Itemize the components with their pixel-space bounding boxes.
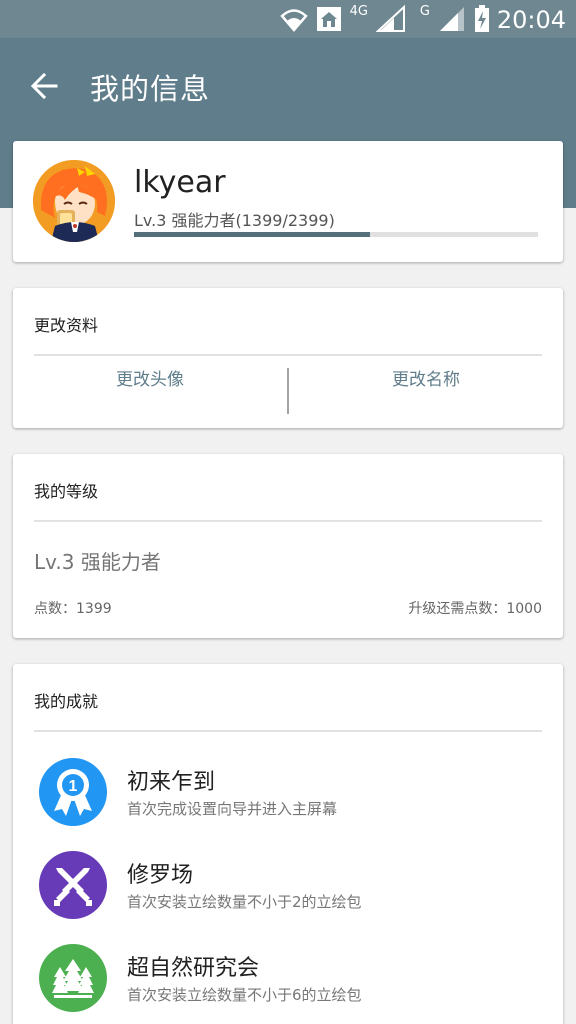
arrow-left-icon	[30, 72, 58, 100]
page-title: 我的信息	[90, 72, 211, 106]
avatar[interactable]	[33, 160, 115, 242]
points-value: 点数：1399	[34, 601, 112, 617]
status-bar: 4G G 20:04	[0, 0, 576, 38]
home-icon	[316, 7, 341, 31]
achievements-title: 我的成就	[34, 692, 99, 711]
change-name-button[interactable]: 更改名称	[289, 368, 563, 408]
points-needed: 升级还需点数：1000	[408, 601, 542, 617]
first-badge-icon: 1	[54, 769, 92, 816]
achievement-item[interactable]: 超自然研究会 首次安装立绘数量不小于6的立绘包	[39, 944, 549, 1020]
divider	[34, 730, 542, 732]
signal-icon	[440, 7, 464, 31]
level-progress-fill	[134, 232, 370, 237]
network-type-g: G	[419, 3, 430, 19]
achievement-icon-bg: 1	[39, 758, 107, 826]
achievement-desc: 首次安装立绘数量不小于6的立绘包	[127, 986, 362, 1004]
change-avatar-button[interactable]: 更改头像	[13, 368, 287, 408]
achievement-icon-bg	[39, 851, 107, 919]
level-name: Lv.3 强能力者	[34, 550, 161, 574]
my-level-title: 我的等级	[34, 482, 99, 501]
username: lkyear	[134, 165, 226, 200]
svg-text:1: 1	[69, 778, 78, 795]
edit-profile-title: 更改资料	[34, 316, 99, 335]
divider	[34, 520, 542, 522]
achievement-name: 超自然研究会	[127, 956, 260, 981]
achievement-desc: 首次安装立绘数量不小于2的立绘包	[127, 893, 362, 911]
level-progress-bar	[134, 232, 538, 237]
achievement-desc: 首次完成设置向导并进入主屏幕	[127, 800, 338, 818]
achievements-card: 我的成就 1 初来乍到 首次完成设置向导并进入主屏幕 修罗场 首次安装立绘数量不…	[13, 664, 563, 1024]
divider	[34, 354, 542, 356]
signal-icon	[375, 5, 405, 32]
my-level-card: 我的等级 Lv.3 强能力者 点数：1399 升级还需点数：1000	[13, 454, 563, 638]
battery-charging-icon	[475, 5, 489, 32]
level-progress-text: Lv.3 强能力者(1399/2399)	[134, 211, 335, 230]
profile-card: lkyear Lv.3 强能力者(1399/2399)	[13, 141, 563, 262]
app-bar: 我的信息	[0, 38, 576, 130]
back-button[interactable]	[24, 64, 68, 108]
change-name-label: 更改名称	[392, 370, 460, 390]
forest-icon	[52, 959, 94, 998]
avatar-image	[33, 160, 115, 242]
wifi-icon	[279, 9, 308, 32]
status-time: 20:04	[496, 6, 566, 34]
achievement-item[interactable]: 1 初来乍到 首次完成设置向导并进入主屏幕	[39, 758, 549, 834]
achievement-icon-bg	[39, 944, 107, 1012]
edit-profile-card: 更改资料 更改头像 更改名称	[13, 288, 563, 428]
achievement-name: 初来乍到	[127, 770, 216, 795]
crossed-swords-icon	[54, 868, 92, 906]
change-avatar-label: 更改头像	[116, 370, 184, 390]
achievement-name: 修罗场	[127, 863, 194, 888]
network-type-4g: 4G	[349, 3, 368, 19]
achievement-item[interactable]: 修罗场 首次安装立绘数量不小于2的立绘包	[39, 851, 549, 927]
status-icons: 4G G	[279, 3, 490, 34]
